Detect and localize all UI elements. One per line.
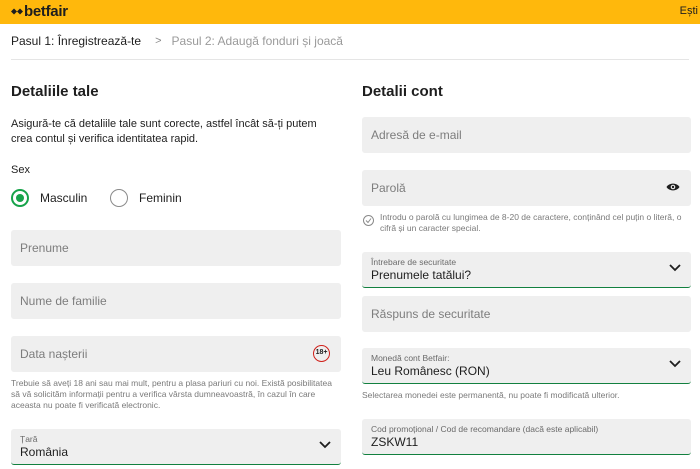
eye-icon[interactable]: [666, 182, 680, 192]
birth-date-field[interactable]: Data nașterii 18+: [11, 336, 341, 372]
radio-male-label[interactable]: Masculin: [40, 191, 87, 205]
sex-label: Sex: [11, 164, 30, 176]
section-title-account: Detalii cont: [362, 83, 443, 100]
currency-select[interactable]: Monedă cont Betfair: Leu Românesc (RON): [362, 348, 691, 384]
betfair-logo-icon: [11, 8, 23, 15]
email-field[interactable]: Adresă de e-mail: [362, 117, 691, 153]
security-question-label: Întrebare de securitate: [371, 257, 457, 267]
password-hint: Introdu o parolă cu lungimea de 8-20 de …: [380, 212, 682, 233]
top-bar: betfair Ești: [0, 0, 700, 24]
country-select[interactable]: Țară România: [11, 429, 341, 465]
security-question-value: Prenumele tatălui?: [371, 268, 472, 282]
radio-female[interactable]: [110, 189, 128, 207]
section-title-details: Detaliile tale: [11, 83, 99, 100]
first-name-field[interactable]: Prenume: [11, 230, 341, 266]
security-question-select[interactable]: Întrebare de securitate Prenumele tatălu…: [362, 252, 691, 288]
first-name-placeholder: Prenume: [20, 241, 69, 255]
intro-text: Asigură-te că detaliile tale sunt corect…: [11, 118, 317, 145]
step-2: Pasul 2: Adaugă fonduri și joacă: [171, 34, 343, 48]
breadcrumb: Pasul 1: Înregistrează-te > Pasul 2: Ada…: [11, 34, 343, 48]
step-1: Pasul 1: Înregistrează-te: [11, 34, 142, 48]
info-check-icon: [363, 215, 374, 226]
chevron-down-icon: [319, 441, 331, 449]
password-field[interactable]: Parolă: [362, 170, 691, 206]
betfair-logo[interactable]: betfair: [11, 3, 68, 20]
chevron-right-icon: >: [155, 35, 162, 47]
chevron-down-icon: [669, 264, 681, 272]
last-name-field[interactable]: Nume de familie: [11, 283, 341, 319]
birth-date-placeholder: Data nașterii: [20, 347, 88, 361]
security-answer-field[interactable]: Răspuns de securitate: [362, 296, 691, 332]
divider: [11, 59, 689, 60]
promo-code-value: ZSKW11: [371, 435, 419, 449]
radio-male[interactable]: [11, 189, 29, 207]
currency-value: Leu Românesc (RON): [371, 364, 490, 378]
promo-code-field[interactable]: Cod promoțional / Cod de recomandare (da…: [362, 419, 691, 455]
currency-note: Selectarea monedei este permanentă, nu p…: [362, 390, 620, 400]
password-placeholder: Parolă: [371, 181, 406, 195]
logo-text: betfair: [24, 3, 68, 20]
country-value: România: [20, 445, 69, 459]
age-18-icon: 18+: [313, 345, 330, 362]
email-placeholder: Adresă de e-mail: [371, 128, 462, 142]
country-label: Țară: [20, 434, 38, 444]
promo-code-label: Cod promoțional / Cod de recomandare (da…: [371, 424, 599, 434]
age-note: Trebuie să aveți 18 ani sau mai mult, pe…: [11, 378, 332, 410]
security-answer-placeholder: Răspuns de securitate: [371, 307, 491, 321]
last-name-placeholder: Nume de familie: [20, 294, 107, 308]
chevron-down-icon: [669, 360, 681, 368]
currency-label: Monedă cont Betfair:: [371, 353, 450, 363]
radio-female-label[interactable]: Feminin: [139, 191, 182, 205]
header-right-link[interactable]: Ești: [680, 5, 698, 17]
